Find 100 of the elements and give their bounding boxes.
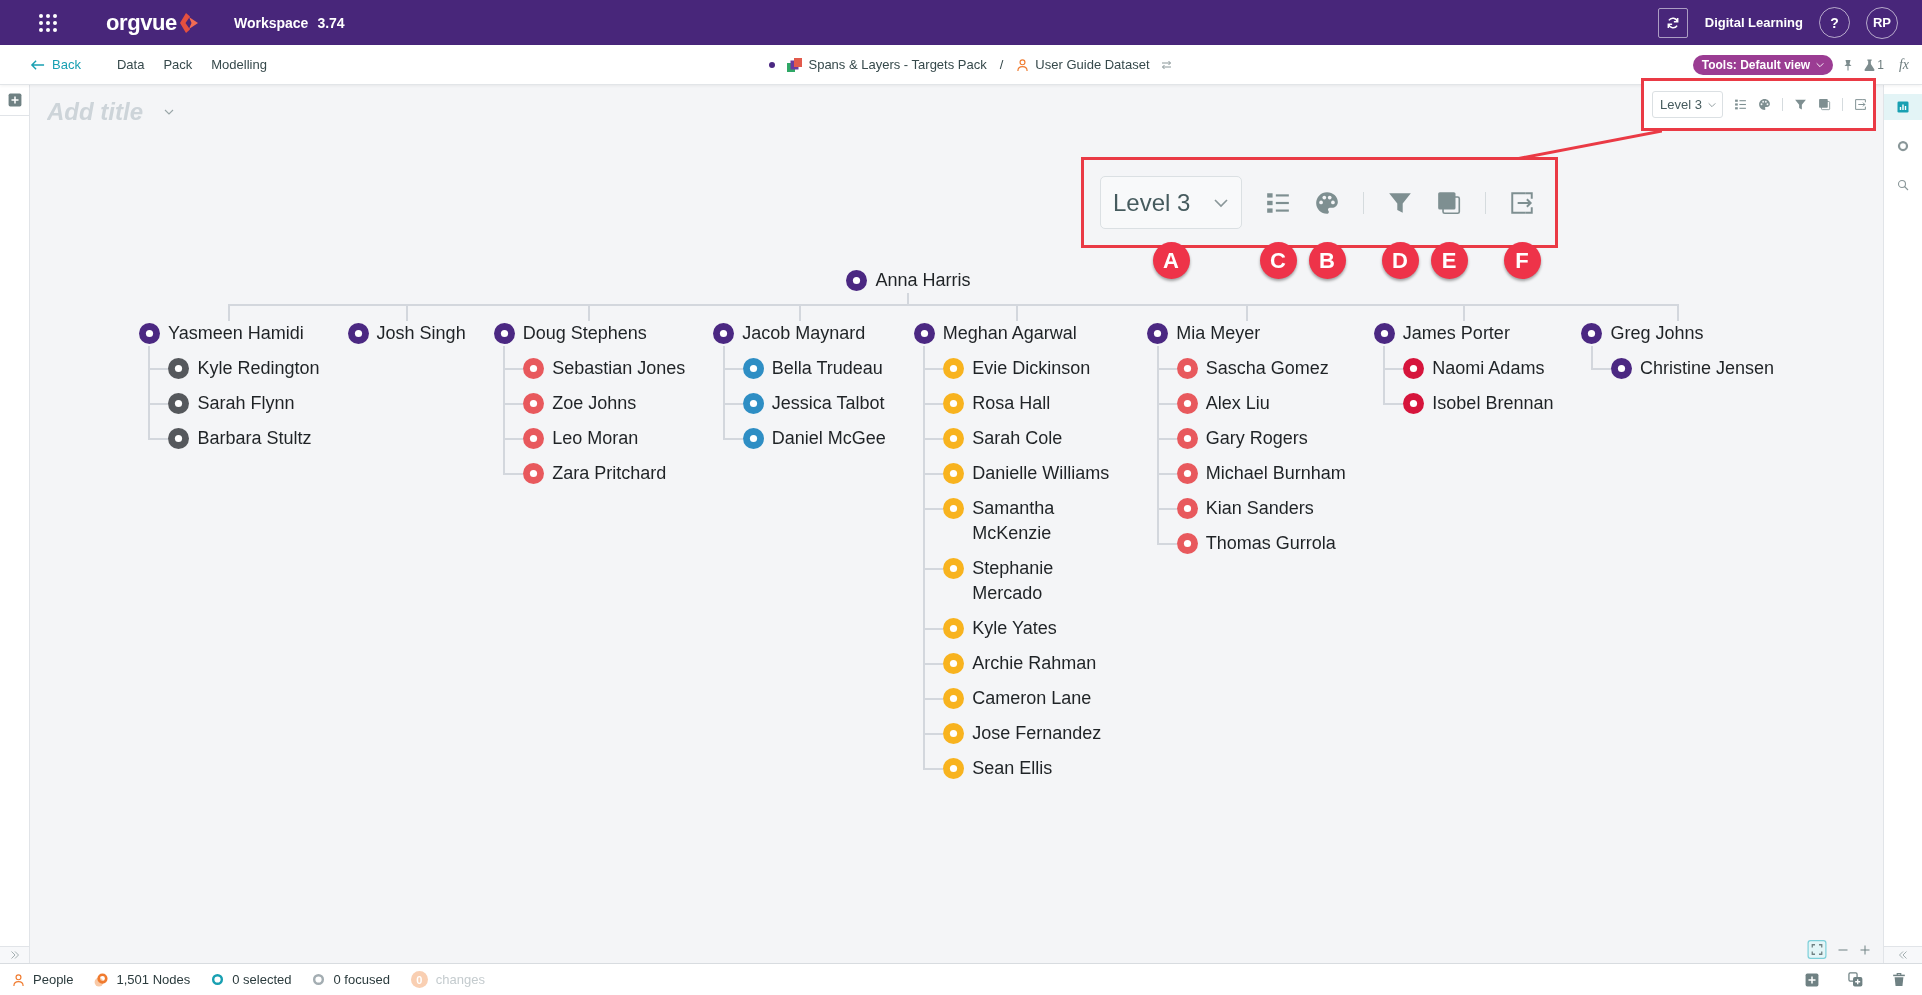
person-name: Bella Trudeau [771,357,883,380]
export-icon[interactable] [1854,98,1867,111]
focused-count: 0 focused [333,972,390,987]
sync-button[interactable] [1657,7,1688,38]
search-icon [1897,179,1909,191]
menu-link[interactable]: Modelling [211,57,267,72]
person-name: Samantha McKenzie [972,497,1056,545]
logo-icon [179,12,198,33]
person-name: Anna Harris [875,269,971,292]
add-icon[interactable] [1805,972,1819,987]
arrow-left-icon [30,58,45,71]
duplicate-icon[interactable] [1848,972,1863,987]
person-name: Doug Stephens [522,322,647,345]
person-name: Michael Burnham [1205,462,1346,485]
logo-wordmark: orgvue [106,9,177,36]
selected-count: 0 selected [232,972,292,987]
person-name: Greg Johns [1610,322,1704,345]
level-dropdown[interactable]: Level 3 [1100,176,1242,229]
double-chevron-left-icon[interactable] [1897,949,1909,961]
layers-icon[interactable] [1818,98,1831,111]
breadcrumb-separator: / [999,57,1004,72]
palette-icon[interactable] [1314,189,1340,216]
ring-icon [1897,140,1909,152]
person-icon [1016,57,1030,72]
fit-screen-icon[interactable] [1807,940,1827,959]
person-name: Jessica Talbot [771,392,885,415]
zoom-in-icon[interactable] [1859,943,1871,956]
person-name: Sarah Flynn [197,392,295,415]
changes-label: changes [435,972,485,987]
sync-icon [1665,15,1680,30]
person-name: Leo Moran [552,427,639,450]
person-name: Sean Ellis [972,757,1053,780]
person-name: Josh Singh [376,322,466,345]
person-name: Alex Liu [1205,392,1270,415]
person-name: Rosa Hall [972,392,1051,415]
formula-button[interactable]: fx [1895,56,1912,73]
ring-icon [211,973,225,986]
menu-link[interactable]: Data [116,57,145,72]
person-icon [12,972,25,987]
person-name: Isobel Brennan [1432,392,1554,415]
letter-marker: A [1152,242,1190,279]
person-name: Jacob Maynard [742,322,866,345]
stack-icon [787,57,803,72]
count-badge: 0 [410,971,428,988]
person-name: Stephanie Mercado [972,557,1055,605]
person-name: Yasmeen Hamidi [168,322,304,345]
double-chevron-right-icon[interactable] [8,949,21,961]
person-name: Zoe Johns [552,392,637,415]
app-name: Workspace [233,14,309,31]
level-dropdown[interactable]: Level 3 [1652,91,1723,118]
person-name: Mia Meyer [1176,322,1261,345]
breadcrumb-link[interactable]: Spans & Layers - Targets Pack [808,57,987,72]
overlapping-circles-icon [94,972,109,987]
layers-icon[interactable] [1436,189,1462,216]
people-label: People [33,972,74,987]
list-icon[interactable] [1734,98,1747,111]
person-name: Sebastian Jones [552,357,686,380]
person-name: Daniel McGee [771,427,886,450]
letter-marker: B [1308,242,1346,279]
person-name: Kyle Yates [972,617,1057,640]
menu-link[interactable]: Pack [163,57,193,72]
person-name: James Porter [1402,322,1510,345]
person-name: Naomi Adams [1432,357,1545,380]
flask-icon [1863,57,1877,72]
person-name: Meghan Agarwal [942,322,1077,345]
person-name: Zara Pritchard [552,462,667,485]
palette-icon[interactable] [1758,98,1771,111]
person-name: Evie Dickinson [972,357,1091,380]
person-name: Christine Jensen [1639,357,1774,380]
filter-icon[interactable] [1794,98,1807,111]
breadcrumb-link[interactable]: User Guide Dataset [1035,57,1150,72]
letter-marker: E [1430,242,1468,279]
tools-button[interactable]: Tools: Default view [1692,54,1834,75]
swap-icon[interactable] [1159,58,1173,71]
person-name: Sascha Gomez [1205,357,1329,380]
flask-button[interactable]: 1 [1863,57,1884,72]
letter-marker: F [1503,242,1541,279]
person-name: Danielle Williams [972,462,1110,485]
person-name: Gary Rogers [1205,427,1308,450]
person-name: Sarah Cole [972,427,1063,450]
bar-chart-icon [1897,101,1909,113]
person-name: Thomas Gurrola [1205,532,1336,555]
person-name: Cameron Lane [972,687,1092,710]
person-name: Kian Sanders [1205,497,1314,520]
add-icon[interactable] [7,93,22,107]
trash-icon[interactable] [1892,972,1906,987]
panel-tab[interactable] [1884,94,1922,120]
person-name: Jose Fernandez [972,722,1102,745]
person-name: Archie Rahman [972,652,1097,675]
workspace-name: Digital Learning [1704,15,1803,30]
person-name: Barbara Stultz [197,427,312,450]
dot-icon [769,61,776,68]
person-name: Kyle Redington [197,357,320,380]
letter-marker: D [1381,242,1419,279]
grid-menu-icon[interactable] [38,12,58,33]
node-count: 1,501 Nodes [116,972,191,987]
export-icon[interactable] [1509,189,1535,216]
letter-marker: C [1259,242,1297,279]
version-label: 3.74 [317,14,345,31]
ring-icon [312,973,326,986]
